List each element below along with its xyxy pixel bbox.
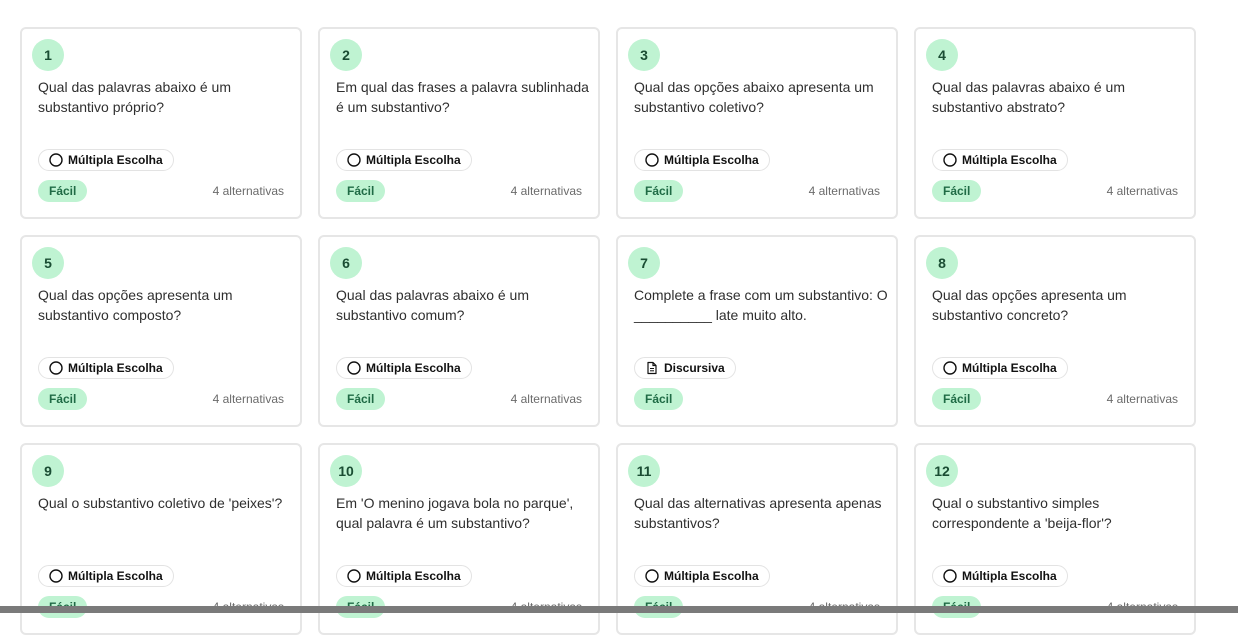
question-type-badge: Múltipla Escolha xyxy=(634,565,770,587)
question-type-label: Múltipla Escolha xyxy=(366,361,461,375)
difficulty-badge: Fácil xyxy=(634,388,684,410)
difficulty-badge: Fácil xyxy=(38,388,88,410)
alternatives-count: 4 alternativas xyxy=(510,392,582,406)
radio-circle-icon xyxy=(943,569,957,583)
question-type-label: Múltipla Escolha xyxy=(664,153,759,167)
question-type-badge: Múltipla Escolha xyxy=(336,149,472,171)
question-number-badge: 8 xyxy=(926,247,958,279)
question-text: Qual o substantivo simples correspondent… xyxy=(932,495,1112,531)
radio-circle-icon xyxy=(347,569,361,583)
radio-circle-icon xyxy=(347,153,361,167)
question-type-badge: Múltipla Escolha xyxy=(38,149,174,171)
radio-circle-icon xyxy=(943,153,957,167)
question-text: Qual das opções apresenta um substantivo… xyxy=(38,287,233,323)
alternatives-count: 4 alternativas xyxy=(510,184,582,198)
alternatives-count: 4 alternativas xyxy=(212,184,284,198)
question-text: Qual das palavras abaixo é um substantiv… xyxy=(932,79,1125,115)
question-number-badge: 12 xyxy=(926,455,958,487)
radio-circle-icon xyxy=(49,153,63,167)
alternatives-count: 4 alternativas xyxy=(212,392,284,406)
question-type-label: Múltipla Escolha xyxy=(664,569,759,583)
question-text: Qual das palavras abaixo é um substantiv… xyxy=(38,79,231,115)
question-number-badge: 1 xyxy=(32,39,64,71)
question-type-label: Múltipla Escolha xyxy=(366,569,461,583)
question-text: Qual das alternativas apresenta apenas s… xyxy=(634,495,882,531)
question-type-badge: Múltipla Escolha xyxy=(634,149,770,171)
question-grid: 1 Qual das palavras abaixo é um substanti… xyxy=(20,27,1196,635)
question-type-label: Discursiva xyxy=(664,361,725,375)
document-icon xyxy=(645,361,659,375)
question-type-badge: Discursiva xyxy=(634,357,736,379)
question-card[interactable]: 5 Qual das opções apresenta um substantiv… xyxy=(20,235,302,427)
question-text: Qual das opções apresenta um substantivo… xyxy=(932,287,1127,323)
question-number-badge: 3 xyxy=(628,39,660,71)
question-type-label: Múltipla Escolha xyxy=(962,361,1057,375)
radio-circle-icon xyxy=(49,569,63,583)
question-text: Em qual das frases a palavra sublinhada … xyxy=(336,79,589,115)
question-card[interactable]: 2 Em qual das frases a palavra sublinhada… xyxy=(318,27,600,219)
difficulty-badge: Fácil xyxy=(932,388,982,410)
difficulty-badge: Fácil xyxy=(336,388,386,410)
difficulty-badge: Fácil xyxy=(38,180,88,202)
question-card[interactable]: 7 Complete a frase com um substantivo: O … xyxy=(616,235,898,427)
question-number-badge: 2 xyxy=(330,39,362,71)
question-card[interactable]: 8 Qual das opções apresenta um substantiv… xyxy=(914,235,1196,427)
question-number-badge: 5 xyxy=(32,247,64,279)
question-type-badge: Múltipla Escolha xyxy=(932,565,1068,587)
question-number-badge: 6 xyxy=(330,247,362,279)
alternatives-count: 4 alternativas xyxy=(1106,392,1178,406)
radio-circle-icon xyxy=(645,153,659,167)
question-text: Qual o substantivo coletivo de 'peixes'? xyxy=(38,495,283,511)
question-type-label: Múltipla Escolha xyxy=(962,569,1057,583)
question-text: Complete a frase com um substantivo: O _… xyxy=(634,287,888,323)
difficulty-badge: Fácil xyxy=(634,180,684,202)
question-text: Qual das palavras abaixo é um substantiv… xyxy=(336,287,529,323)
question-number-badge: 10 xyxy=(330,455,362,487)
question-number-badge: 11 xyxy=(628,455,660,487)
question-card[interactable]: 1 Qual das palavras abaixo é um substanti… xyxy=(20,27,302,219)
question-type-label: Múltipla Escolha xyxy=(366,153,461,167)
question-type-badge: Múltipla Escolha xyxy=(38,565,174,587)
radio-circle-icon xyxy=(347,361,361,375)
question-type-label: Múltipla Escolha xyxy=(68,361,163,375)
radio-circle-icon xyxy=(645,569,659,583)
difficulty-badge: Fácil xyxy=(336,180,386,202)
radio-circle-icon xyxy=(943,361,957,375)
horizontal-scrollbar[interactable] xyxy=(0,606,1238,613)
question-type-badge: Múltipla Escolha xyxy=(932,149,1068,171)
question-card[interactable]: 3 Qual das opções abaixo apresenta um sub… xyxy=(616,27,898,219)
question-type-label: Múltipla Escolha xyxy=(962,153,1057,167)
question-type-badge: Múltipla Escolha xyxy=(38,357,174,379)
difficulty-badge: Fácil xyxy=(932,180,982,202)
question-type-badge: Múltipla Escolha xyxy=(336,357,472,379)
question-card[interactable]: 4 Qual das palavras abaixo é um substanti… xyxy=(914,27,1196,219)
question-number-badge: 9 xyxy=(32,455,64,487)
alternatives-count: 4 alternativas xyxy=(1106,184,1178,198)
alternatives-count: 4 alternativas xyxy=(808,184,880,198)
question-type-label: Múltipla Escolha xyxy=(68,153,163,167)
question-text: Qual das opções abaixo apresenta um subs… xyxy=(634,79,874,115)
question-type-badge: Múltipla Escolha xyxy=(336,565,472,587)
radio-circle-icon xyxy=(49,361,63,375)
question-type-badge: Múltipla Escolha xyxy=(932,357,1068,379)
question-number-badge: 7 xyxy=(628,247,660,279)
question-text: Em 'O menino jogava bola no parque', qua… xyxy=(336,495,574,531)
question-type-label: Múltipla Escolha xyxy=(68,569,163,583)
question-card[interactable]: 6 Qual das palavras abaixo é um substanti… xyxy=(318,235,600,427)
question-number-badge: 4 xyxy=(926,39,958,71)
